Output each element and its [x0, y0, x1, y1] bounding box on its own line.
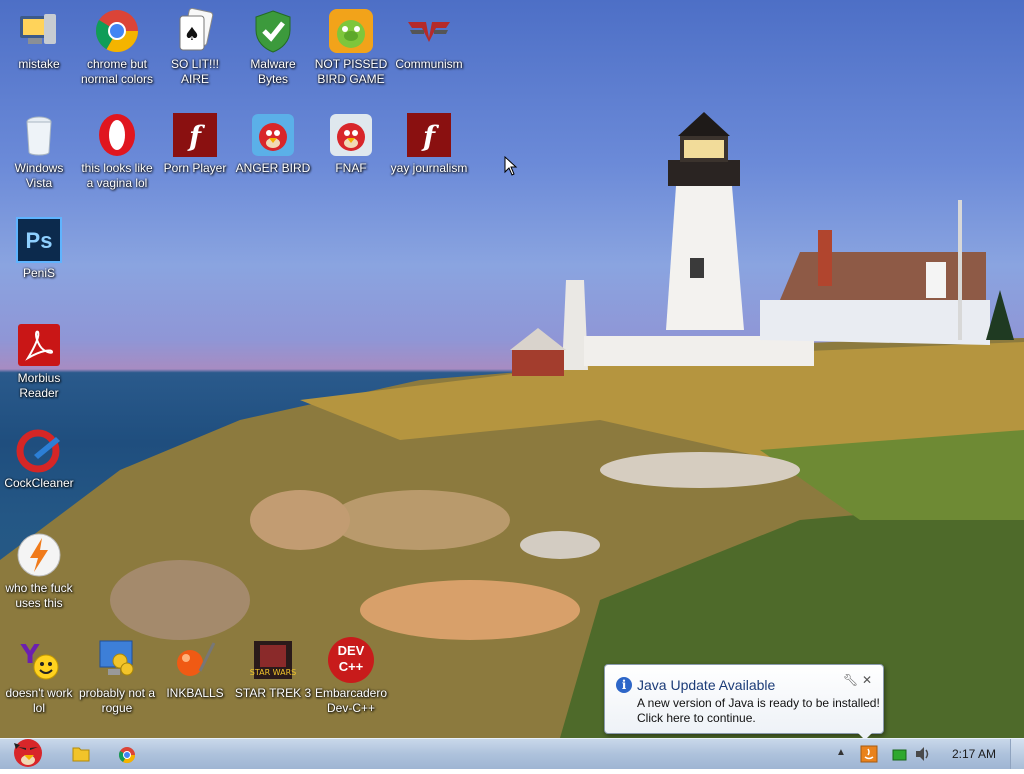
angry-bird-start-icon: [14, 739, 42, 767]
close-icon[interactable]: ✕: [862, 673, 872, 687]
gears-monitor-icon: [94, 637, 140, 683]
icon-label: CockCleaner: [4, 476, 74, 490]
taskbar-pinned-chrome[interactable]: [108, 741, 146, 767]
ccleaner-icon: [16, 427, 62, 473]
notification-message-line2: Click here to continue.: [637, 711, 756, 725]
star-wars-icon: STAR WARS: [250, 637, 296, 683]
notification-message-line1: A new version of Java is ready to be ins…: [637, 696, 880, 710]
desktop-icon-dev-cpp[interactable]: DEV C++ Embarcadero Dev-C++: [312, 637, 390, 716]
icon-label: chrome but normal colors: [80, 57, 154, 86]
icon-label: Windows Vista: [14, 161, 64, 190]
icon-label: who the fuck uses this: [5, 581, 73, 610]
chrome-icon: [94, 8, 140, 54]
chrome-icon: [118, 747, 136, 764]
desktop-icon-inkball[interactable]: INKBALLS: [156, 637, 234, 701]
trash-bin-icon: [16, 112, 62, 158]
show-hidden-icons-button[interactable]: ▲: [836, 747, 850, 773]
desktop-wallpaper: mistake chrome but normal colors ♠ SO LI…: [0, 0, 1024, 738]
desktop-icon-pdf-reader[interactable]: Morbius Reader: [0, 322, 78, 401]
desktop-icon-probably-not-a-rogue[interactable]: probably not a rogue: [78, 637, 156, 716]
photoshop-icon: Ps: [16, 217, 62, 263]
desktop-icon-malwarebytes[interactable]: Malware Bytes: [234, 8, 312, 87]
desktop-icon-solitaire[interactable]: ♠ SO LIT!!! AIRE: [156, 7, 234, 87]
red-bird-icon: [250, 112, 296, 158]
inkball-icon: [172, 637, 218, 683]
volume-tray-icon[interactable]: [914, 746, 932, 772]
red-bird-icon: [328, 112, 374, 158]
desktop-icon-yahoo-messenger[interactable]: Y doesn't work lol: [0, 637, 78, 716]
icon-label: SO LIT!!! AIRE: [170, 57, 219, 86]
svg-text:♠: ♠: [184, 24, 200, 45]
icon-label: Malware Bytes: [250, 57, 296, 86]
desktop-icon-star-trek-3[interactable]: STAR WARS STAR TREK 3: [234, 637, 312, 701]
icon-label: NOT PISSED BIRD GAME: [314, 57, 388, 86]
lightning-icon: [16, 532, 62, 578]
taskbar: ▲ 2:17 AM: [0, 738, 1024, 769]
solitaire-icon: ♠: [172, 7, 218, 54]
opera-icon: [94, 112, 140, 158]
icon-label: probably not a rogue: [78, 686, 156, 715]
icon-label: doesn't work lol: [5, 686, 73, 715]
desktop-icon-ccleaner[interactable]: CockCleaner: [0, 427, 78, 491]
notification-title: Java Update Available: [637, 677, 776, 693]
wallpaper-landscape: [0, 112, 1024, 738]
dev-cpp-icon: DEV C++: [328, 637, 374, 683]
icon-label: Morbius Reader: [17, 371, 61, 400]
desktop-icon-yay-journalism[interactable]: f yay journalism: [390, 112, 468, 176]
icon-label: ANGER BIRD: [235, 161, 311, 175]
java-tray-icon[interactable]: [860, 745, 878, 771]
desktop-icon-bad-piggies[interactable]: NOT PISSED BIRD GAME: [312, 8, 390, 87]
computer-icon: [16, 8, 62, 54]
desktop-icon-communism[interactable]: Communism: [390, 8, 468, 72]
desktop-icon-porn-player[interactable]: f Porn Player: [156, 112, 234, 176]
mouse-cursor-icon: [504, 156, 518, 176]
desktop-icon-recycle-bin[interactable]: Windows Vista: [0, 112, 78, 191]
svg-text:STAR WARS: STAR WARS: [250, 668, 296, 677]
icon-label: Embarcadero Dev-C++: [314, 686, 388, 715]
start-button[interactable]: [4, 733, 48, 769]
yahoo-messenger-icon: Y: [16, 637, 62, 683]
desktop-icon-opera[interactable]: this looks like a vagina lol: [78, 112, 156, 191]
desktop-icon-mistake[interactable]: mistake: [0, 8, 78, 72]
desktop-icon-anger-bird[interactable]: ANGER BIRD: [234, 112, 312, 176]
notification-message: A new version of Java is ready to be ins…: [637, 696, 880, 726]
icon-label: this looks like a vagina lol: [81, 161, 153, 190]
taskbar-clock[interactable]: 2:17 AM: [952, 747, 996, 761]
flash-icon: f: [172, 112, 218, 158]
battery-tray-icon[interactable]: [892, 748, 908, 774]
pdf-icon: [16, 322, 62, 368]
flash-icon: f: [406, 112, 452, 158]
dev-cpp-text-top: DEV: [337, 643, 365, 658]
icon-label: INKBALLS: [166, 686, 224, 700]
desktop-icon-winamp[interactable]: who the fuck uses this: [0, 532, 78, 611]
desktop-icon-photoshop[interactable]: Ps PeniS: [0, 217, 78, 281]
green-pig-icon: [328, 8, 374, 54]
dev-cpp-text-bottom: C++: [338, 659, 364, 674]
icon-label: STAR TREK 3: [234, 686, 312, 700]
icon-label: PeniS: [22, 266, 56, 280]
winged-emblem-icon: [406, 8, 452, 54]
icon-label: FNAF: [335, 161, 367, 175]
icon-label: yay journalism: [390, 161, 468, 175]
desktop-icon-chrome[interactable]: chrome but normal colors: [78, 8, 156, 87]
icon-label: Communism: [395, 57, 463, 71]
shield-check-icon: [250, 8, 296, 54]
desktop-icon-fnaf[interactable]: FNAF: [312, 112, 390, 176]
options-wrench-icon[interactable]: 🔧︎: [843, 673, 858, 687]
icon-label: Porn Player: [163, 161, 227, 175]
show-desktop-button[interactable]: [1010, 739, 1024, 769]
folder-icon: [72, 747, 90, 762]
taskbar-pinned-explorer[interactable]: [62, 741, 100, 767]
info-icon: i: [616, 677, 632, 693]
java-update-notification[interactable]: i Java Update Available 🔧︎ ✕ A new versi…: [604, 664, 884, 740]
icon-label: mistake: [18, 57, 60, 71]
photoshop-icon-text: Ps: [25, 228, 53, 253]
